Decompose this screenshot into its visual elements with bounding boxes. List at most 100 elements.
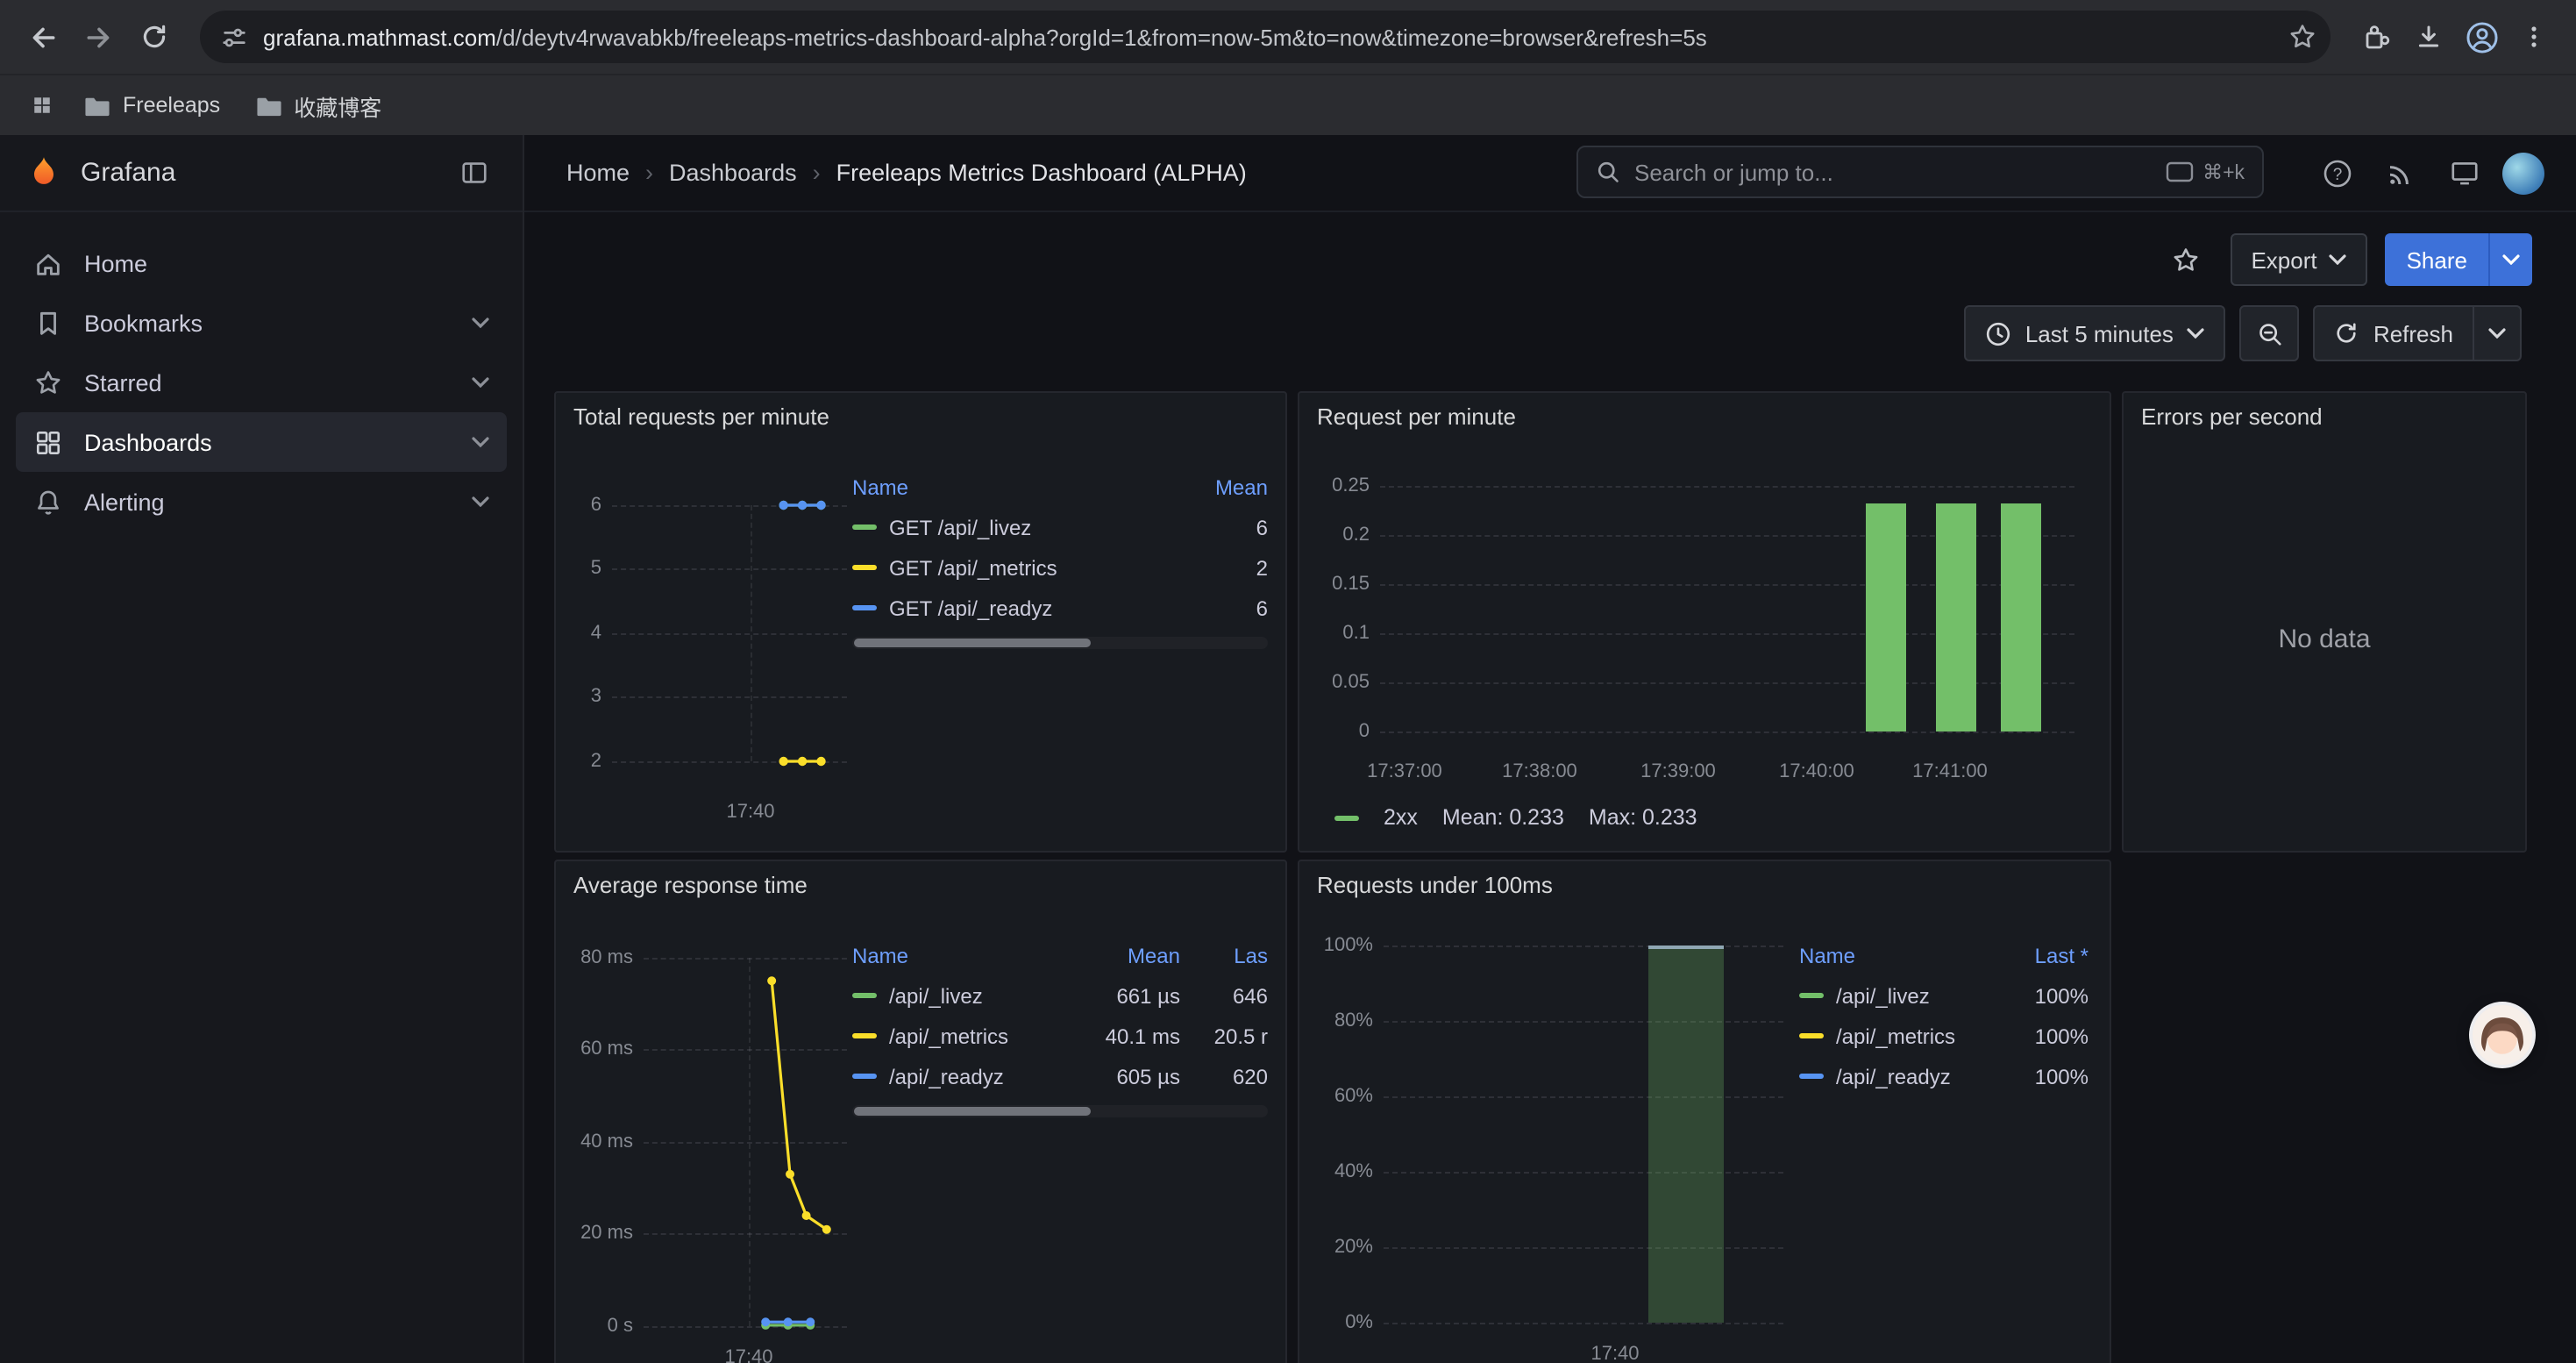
dashboards-grid-icon bbox=[33, 427, 63, 457]
sidebar-item-label: Starred bbox=[84, 369, 162, 396]
sidebar-header: Grafana bbox=[0, 135, 523, 212]
bar-under-100ms bbox=[1648, 946, 1724, 1323]
series-swatch bbox=[1799, 1033, 1824, 1038]
app-brand: Grafana bbox=[81, 158, 431, 188]
rss-icon[interactable] bbox=[2376, 148, 2425, 197]
share-button[interactable]: Share bbox=[2386, 233, 2532, 286]
legend-row[interactable]: /api/_livez661 µs646 bbox=[852, 975, 1268, 1016]
bar-2xx bbox=[2001, 503, 2041, 731]
app-header: Home › Dashboards › Freeleaps Metrics Da… bbox=[524, 135, 2576, 212]
favorite-star-icon[interactable] bbox=[2160, 233, 2212, 286]
bookmark-label: 收藏博客 bbox=[294, 89, 381, 122]
zoom-out-button[interactable] bbox=[2240, 305, 2300, 361]
breadcrumb-dashboards[interactable]: Dashboards bbox=[669, 160, 797, 186]
legend-scrollbar[interactable] bbox=[852, 1105, 1268, 1117]
requests-under-100ms-legend[interactable]: NameLast */api/_livez100%/api/_metrics10… bbox=[1799, 935, 2089, 1096]
sidebar-item-label: Bookmarks bbox=[84, 310, 203, 336]
legend-row[interactable]: GET /api/_metrics2 bbox=[852, 547, 1268, 588]
panel-total-requests-per-minute: Total requests per minute 6543217:40 Nam… bbox=[554, 391, 1287, 853]
sidebar-item-home[interactable]: Home bbox=[16, 233, 507, 293]
grafana-logo[interactable] bbox=[25, 153, 63, 192]
bookmark-label: Freeleaps bbox=[123, 93, 220, 118]
series-swatch bbox=[1799, 993, 1824, 998]
average-response-time-chart[interactable]: 80 ms60 ms40 ms20 ms0 s17:40 bbox=[573, 907, 850, 1363]
extensions-icon[interactable] bbox=[2352, 12, 2401, 61]
legend-row[interactable]: GET /api/_livez6 bbox=[852, 507, 1268, 547]
request-per-minute-chart[interactable]: 0.250.20.150.10.05017:37:0017:38:0017:39… bbox=[1317, 439, 2092, 798]
legend-row[interactable]: /api/_metrics100% bbox=[1799, 1016, 2089, 1056]
apps-grid-icon[interactable] bbox=[21, 84, 63, 126]
total-requests-legend[interactable]: NameMeanGET /api/_livez6GET /api/_metric… bbox=[852, 467, 1268, 649]
sidebar-item-alerting[interactable]: Alerting bbox=[16, 472, 507, 532]
search-shortcut: ⌘+k bbox=[2166, 160, 2245, 184]
breadcrumb-separator: › bbox=[645, 160, 653, 186]
export-button[interactable]: Export bbox=[2230, 233, 2367, 286]
browser-menu-icon[interactable] bbox=[2509, 12, 2558, 61]
sidebar-item-label: Home bbox=[84, 250, 147, 276]
folder-icon bbox=[84, 94, 110, 117]
bar-2xx bbox=[1936, 503, 1976, 731]
site-settings-icon[interactable] bbox=[221, 24, 247, 50]
share-menu-caret[interactable] bbox=[2488, 233, 2532, 286]
browser-window: grafana.mathmast.com/d/deytv4rwavabkb/fr… bbox=[0, 0, 2576, 1363]
panel-title[interactable]: Request per minute bbox=[1317, 403, 1516, 430]
series-swatch bbox=[1799, 1074, 1824, 1079]
time-range-picker[interactable]: Last 5 minutes bbox=[1964, 305, 2226, 361]
panel-title[interactable]: Requests under 100ms bbox=[1317, 872, 1553, 898]
panel-requests-under-100ms: Requests under 100ms 100%80%60%40%20%0%1… bbox=[1298, 860, 2111, 1363]
sidebar-item-starred[interactable]: Starred bbox=[16, 353, 507, 412]
dock-menu-icon[interactable] bbox=[449, 148, 498, 197]
sidebar-nav: Home Bookmarks Starred Dashboards bbox=[0, 212, 523, 553]
chevron-down-icon bbox=[472, 377, 489, 388]
total-requests-chart[interactable]: 6543217:40 bbox=[573, 439, 850, 842]
downloads-icon[interactable] bbox=[2404, 12, 2453, 61]
reload-button[interactable] bbox=[130, 12, 179, 61]
back-button[interactable] bbox=[18, 12, 67, 61]
bookmark-folder-freeleaps[interactable]: Freeleaps bbox=[70, 88, 234, 123]
zoom-out-icon bbox=[2257, 320, 2283, 346]
time-controls: Last 5 minutes Refresh bbox=[1964, 305, 2522, 361]
sidebar-item-bookmarks[interactable]: Bookmarks bbox=[16, 293, 507, 353]
monitor-icon[interactable] bbox=[2439, 148, 2488, 197]
breadcrumb-separator: › bbox=[813, 160, 821, 186]
panel-title[interactable]: Total requests per minute bbox=[573, 403, 829, 430]
legend-row[interactable]: GET /api/_readyz6 bbox=[852, 588, 1268, 628]
refresh-action[interactable]: Refresh bbox=[2316, 307, 2473, 360]
bookmark-star-icon[interactable] bbox=[2288, 23, 2316, 51]
sidebar-item-dashboards[interactable]: Dashboards bbox=[16, 412, 507, 472]
breadcrumb-home[interactable]: Home bbox=[566, 160, 630, 186]
panel-title[interactable]: Average response time bbox=[573, 872, 808, 898]
user-avatar[interactable] bbox=[2502, 152, 2544, 194]
average-response-time-legend[interactable]: NameMeanLas/api/_livez661 µs646/api/_met… bbox=[852, 935, 1268, 1117]
legend-row[interactable]: /api/_metrics40.1 ms20.5 r bbox=[852, 1016, 1268, 1056]
bookmark-folder-blogs[interactable]: 收藏博客 bbox=[241, 83, 395, 127]
series-swatch bbox=[852, 1074, 877, 1079]
no-data-message: No data bbox=[2124, 428, 2525, 851]
folder-icon bbox=[255, 94, 281, 117]
search-icon bbox=[1596, 160, 1620, 184]
requests-under-100ms-chart[interactable]: 100%80%60%40%20%0%17:40 bbox=[1317, 907, 1794, 1363]
panel-errors-per-second: Errors per second No data bbox=[2122, 391, 2527, 853]
grafana-app: Grafana Home Bookmarks Starred bbox=[0, 135, 2576, 1363]
refresh-interval-caret[interactable] bbox=[2473, 307, 2520, 360]
legend-row[interactable]: /api/_readyz605 µs620 bbox=[852, 1056, 1268, 1096]
star-icon bbox=[33, 368, 63, 397]
legend-row[interactable]: /api/_livez100% bbox=[1799, 975, 2089, 1016]
panel-title[interactable]: Errors per second bbox=[2141, 403, 2323, 430]
chevron-down-icon bbox=[472, 437, 489, 447]
share-label[interactable]: Share bbox=[2386, 233, 2488, 286]
url-bar[interactable]: grafana.mathmast.com/d/deytv4rwavabkb/fr… bbox=[200, 11, 2330, 63]
refresh-icon bbox=[2335, 321, 2359, 346]
panel-request-per-minute: Request per minute 0.250.20.150.10.05017… bbox=[1298, 391, 2111, 853]
bar-2xx bbox=[1866, 503, 1906, 731]
series-swatch bbox=[852, 525, 877, 530]
legend-scrollbar[interactable] bbox=[852, 637, 1268, 649]
floating-assistant-avatar[interactable] bbox=[2473, 1005, 2532, 1065]
help-icon[interactable]: ? bbox=[2313, 148, 2362, 197]
forward-button[interactable] bbox=[74, 12, 123, 61]
request-per-minute-legend[interactable]: 2xxMean: 0.233Max: 0.233 bbox=[1334, 805, 1697, 830]
search-input[interactable]: Search or jump to... ⌘+k bbox=[1576, 146, 2264, 198]
legend-row[interactable]: /api/_readyz100% bbox=[1799, 1056, 2089, 1096]
profile-icon[interactable] bbox=[2457, 12, 2506, 61]
series-swatch bbox=[852, 1033, 877, 1038]
